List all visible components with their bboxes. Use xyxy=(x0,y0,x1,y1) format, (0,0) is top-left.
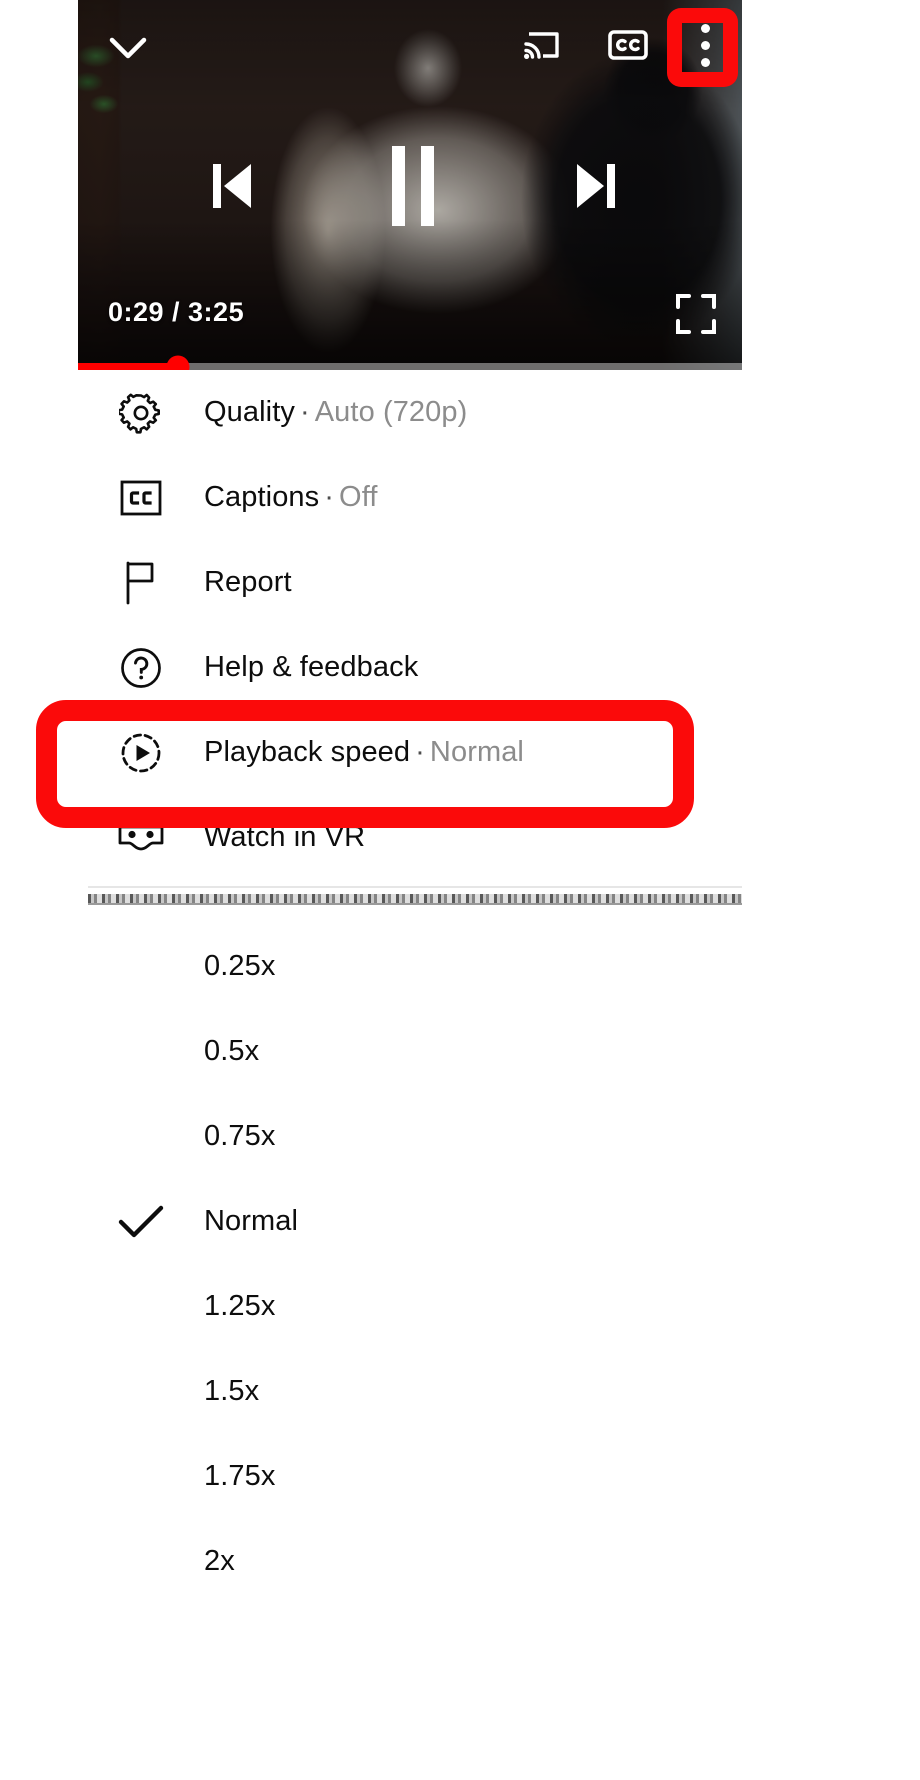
right-gutter xyxy=(742,0,920,1780)
captions-value: Off xyxy=(339,481,378,513)
video-player[interactable]: 0:29 / 3:25 xyxy=(78,0,742,370)
more-dot-3 xyxy=(700,57,710,67)
quality-text: Quality xyxy=(204,396,295,428)
left-gutter xyxy=(0,0,78,1780)
more-dot-1 xyxy=(700,23,710,33)
playback-speed-text: Playback speed xyxy=(204,736,411,768)
captions-separator: · xyxy=(324,481,335,513)
speed-option-1.75x[interactable]: 1.75x xyxy=(78,1434,742,1519)
menu-item-playback-speed[interactable]: Playback speed · Normal xyxy=(78,710,742,795)
cast-icon[interactable] xyxy=(515,18,569,72)
flag-icon xyxy=(78,560,204,606)
bottom-scrim xyxy=(78,220,742,370)
playback-speed-options: 0.25x 0.5x 0.75x Normal 1.25x 1.5x 1.75x… xyxy=(78,924,742,1604)
progress-fill xyxy=(78,363,178,370)
menu-item-quality[interactable]: Quality · Auto (720p) xyxy=(78,370,742,455)
chevron-down-icon[interactable] xyxy=(102,22,154,74)
speed-option-0.75x[interactable]: 0.75x xyxy=(78,1094,742,1179)
collapsed-row-edge xyxy=(88,903,742,905)
fullscreen-icon[interactable] xyxy=(674,292,718,336)
menu-item-help-feedback-label: Help & feedback xyxy=(204,651,419,683)
menu-speed-divider xyxy=(78,880,742,912)
speed-option-0.5x[interactable]: 0.5x xyxy=(78,1009,742,1094)
speed-option-label: 1.75x xyxy=(204,1460,276,1492)
speed-option-0.25x[interactable]: 0.25x xyxy=(78,924,742,1009)
player-options-menu: Quality · Auto (720p) Captions · Off Rep… xyxy=(78,370,742,912)
speed-option-label: 1.5x xyxy=(204,1375,260,1407)
cc-icon xyxy=(78,480,204,516)
quality-value: Auto (720p) xyxy=(314,396,468,428)
menu-item-watch-in-vr[interactable]: Watch in VR xyxy=(78,795,742,880)
gear-icon xyxy=(78,391,204,435)
vr-goggles-icon xyxy=(78,821,204,855)
playback-speed-value: Normal xyxy=(429,736,524,768)
more-vertical-icon[interactable] xyxy=(683,14,727,76)
progress-bar[interactable] xyxy=(78,355,742,370)
play-speed-icon xyxy=(78,730,204,776)
menu-item-captions-label: Captions · Off xyxy=(204,481,377,514)
speed-option-label: 1.25x xyxy=(204,1290,276,1322)
pause-bar-left xyxy=(392,146,405,226)
time-display: 0:29 / 3:25 xyxy=(108,297,245,327)
menu-item-playback-speed-label: Playback speed · Normal xyxy=(204,736,524,769)
speed-option-label: 0.25x xyxy=(204,950,276,982)
speed-option-normal[interactable]: Normal xyxy=(78,1179,742,1264)
speed-option-1.25x[interactable]: 1.25x xyxy=(78,1264,742,1349)
youtube-player-screen: 0:29 / 3:25 Quality · Auto (720p) Captio… xyxy=(0,0,920,1780)
menu-item-quality-label: Quality · Auto (720p) xyxy=(204,396,467,429)
speed-option-label: 0.75x xyxy=(204,1120,276,1152)
pause-bar-right xyxy=(421,146,434,226)
menu-item-report-label: Report xyxy=(204,566,292,598)
menu-item-watch-in-vr-label: Watch in VR xyxy=(204,821,366,853)
speed-option-label: 0.5x xyxy=(204,1035,260,1067)
skip-next-icon[interactable] xyxy=(560,150,632,222)
speed-option-1.5x[interactable]: 1.5x xyxy=(78,1349,742,1434)
check-icon xyxy=(78,1202,204,1242)
menu-item-report[interactable]: Report xyxy=(78,540,742,625)
quality-separator: · xyxy=(299,396,310,428)
speed-option-label: Normal xyxy=(204,1205,299,1237)
player-top-bar xyxy=(78,0,742,92)
playback-speed-separator: · xyxy=(415,736,425,768)
speed-option-2x[interactable]: 2x xyxy=(78,1519,742,1604)
menu-item-captions[interactable]: Captions · Off xyxy=(78,455,742,540)
cc-icon[interactable] xyxy=(601,18,655,72)
collapsed-row-artifact xyxy=(88,894,742,903)
divider-line xyxy=(88,886,742,888)
more-dot-2 xyxy=(700,40,710,50)
captions-text: Captions xyxy=(204,481,320,513)
pause-icon[interactable] xyxy=(374,144,452,228)
help-icon xyxy=(78,646,204,690)
skip-previous-icon[interactable] xyxy=(196,150,268,222)
speed-option-label: 2x xyxy=(204,1545,235,1577)
menu-item-help-feedback[interactable]: Help & feedback xyxy=(78,625,742,710)
